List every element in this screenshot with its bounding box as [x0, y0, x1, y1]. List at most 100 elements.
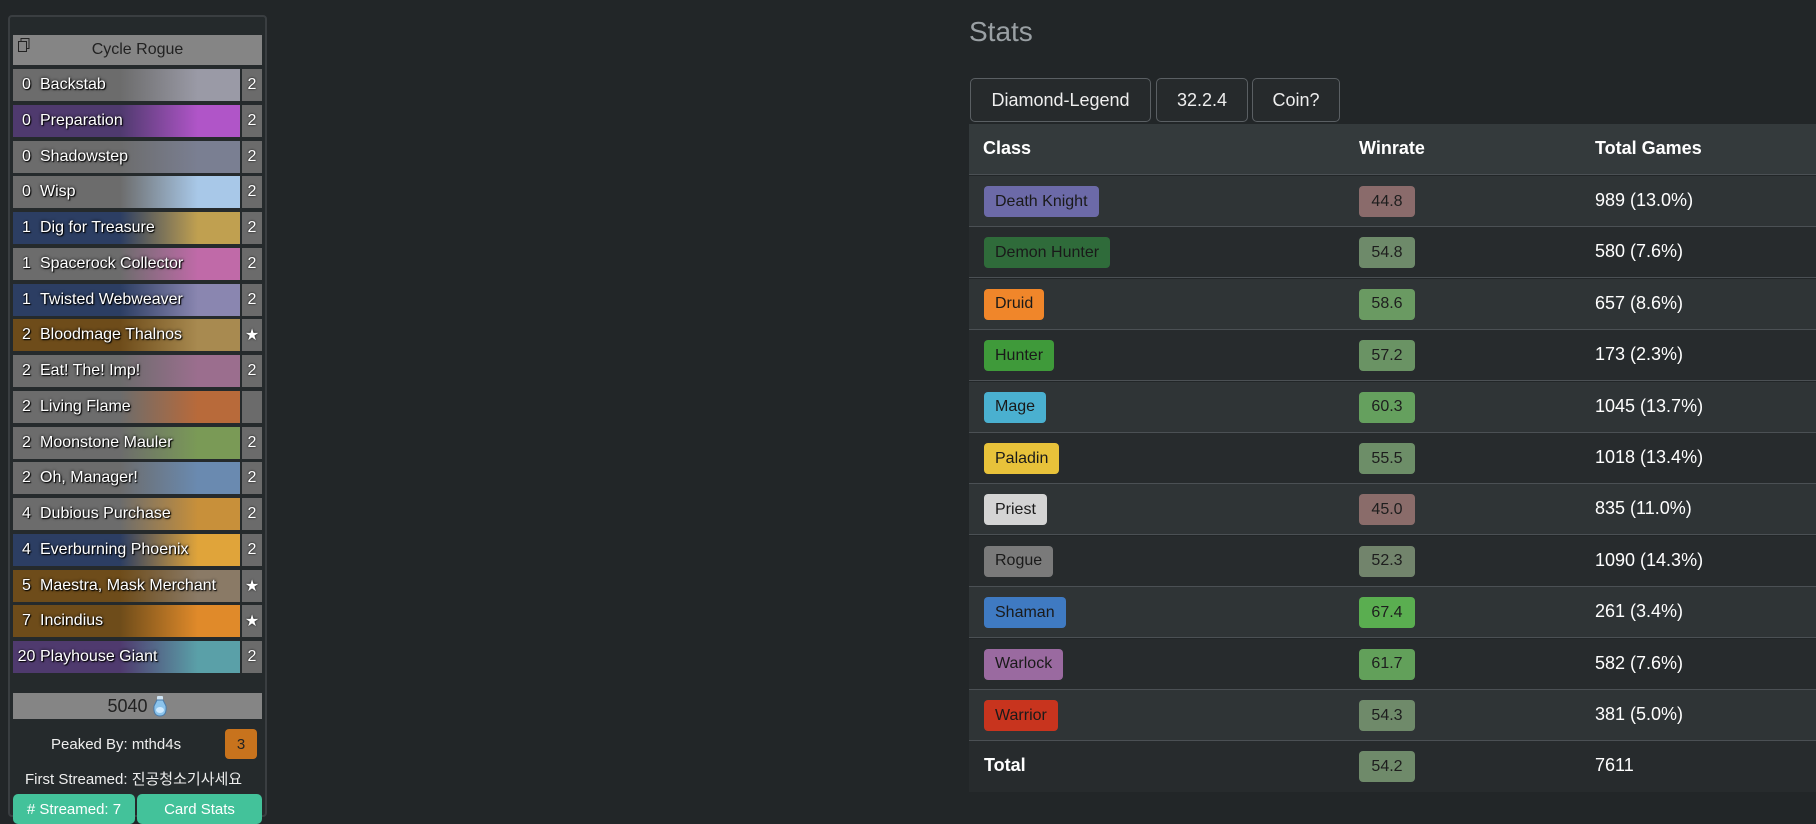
class-badge[interactable]: Warrior: [984, 700, 1058, 731]
column-header-winrate[interactable]: Winrate: [1359, 138, 1425, 159]
card-count: ★: [242, 319, 262, 352]
card-row[interactable]: 5 Maestra, Mask Merchant ★: [13, 569, 262, 602]
patch-filter-button[interactable]: 32.2.4: [1156, 78, 1248, 122]
card-count: 2: [242, 426, 262, 459]
card-name: Preparation: [40, 111, 123, 129]
card-row[interactable]: 0 Wisp 2: [13, 176, 262, 209]
table-row: Death Knight 44.8 989 (13.0%): [969, 176, 1816, 227]
card-tile[interactable]: 1 Dig for Treasure: [13, 212, 240, 244]
card-art: [120, 462, 240, 495]
class-badge[interactable]: Rogue: [984, 545, 1054, 577]
card-tile[interactable]: 2 Oh, Manager!: [13, 462, 240, 495]
card-tile[interactable]: 0 Backstab: [13, 69, 240, 101]
rank-filter-button[interactable]: Diamond-Legend: [970, 78, 1151, 122]
card-count: [242, 390, 262, 423]
column-header-class[interactable]: Class: [983, 138, 1031, 159]
class-badge[interactable]: Warlock: [984, 648, 1064, 680]
card-row[interactable]: 1 Dig for Treasure 2: [13, 212, 262, 244]
total-games-cell: 1090 (14.3%): [1595, 549, 1704, 570]
card-cost: 4: [22, 540, 31, 558]
card-cost: 7: [22, 612, 31, 630]
card-art: [120, 605, 240, 638]
card-name: Moonstone Mauler: [40, 433, 173, 451]
card-tile[interactable]: 2 Living Flame: [13, 390, 240, 423]
card-count: 2: [242, 212, 262, 244]
winrate-pill: 55.5: [1359, 443, 1415, 474]
class-badge[interactable]: Druid: [984, 288, 1045, 320]
card-name: Everburning Phoenix: [40, 540, 189, 558]
card-tile[interactable]: 0 Preparation: [13, 104, 240, 137]
class-badge[interactable]: Shaman: [984, 597, 1066, 629]
card-tile[interactable]: 20 Playhouse Giant: [13, 641, 240, 673]
winrate-pill: 44.8: [1359, 186, 1415, 217]
card-count: 2: [242, 176, 262, 209]
card-cost: 2: [22, 397, 31, 415]
card-row[interactable]: 7 Incindius ★: [13, 605, 262, 638]
card-tile[interactable]: 2 Moonstone Mauler: [13, 426, 240, 459]
card-row[interactable]: 2 Moonstone Mauler 2: [13, 426, 262, 459]
card-cost: 2: [22, 469, 31, 487]
column-header-total-games[interactable]: Total Games: [1595, 138, 1702, 159]
card-cost: 5: [22, 576, 31, 594]
card-row[interactable]: 1 Twisted Webweaver 2: [13, 283, 262, 316]
card-cost: 1: [22, 290, 31, 308]
card-name: Playhouse Giant: [40, 648, 158, 665]
card-row[interactable]: 2 Eat! The! Imp! 2: [13, 355, 262, 387]
card-row[interactable]: 2 Bloodmage Thalnos ★: [13, 319, 262, 352]
card-tile[interactable]: 1 Spacerock Collector: [13, 247, 240, 280]
card-tile[interactable]: 5 Maestra, Mask Merchant: [13, 569, 240, 602]
class-badge[interactable]: Priest: [984, 494, 1047, 526]
card-tile[interactable]: 7 Incindius: [13, 605, 240, 638]
dust-icon: [152, 696, 167, 717]
card-tile[interactable]: 0 Shadowstep: [13, 140, 240, 173]
class-badge[interactable]: Mage: [984, 391, 1047, 423]
card-tile[interactable]: 0 Wisp: [13, 176, 240, 209]
winrate-pill: 45.0: [1359, 494, 1415, 526]
card-cost: 4: [22, 505, 31, 522]
card-row[interactable]: 0 Backstab 2: [13, 69, 262, 101]
copy-icon[interactable]: [18, 38, 30, 52]
coin-filter-button[interactable]: Coin?: [1252, 78, 1340, 122]
card-stats-button[interactable]: Card Stats: [137, 794, 262, 824]
card-row[interactable]: 0 Preparation 2: [13, 104, 262, 137]
card-tile[interactable]: 1 Twisted Webweaver: [13, 283, 240, 316]
card-cost: 0: [22, 111, 31, 129]
card-tile[interactable]: 4 Dubious Purchase: [13, 498, 240, 530]
card-cost: 0: [22, 183, 31, 201]
card-row[interactable]: 20 Playhouse Giant 2: [13, 641, 262, 673]
card-row[interactable]: 2 Oh, Manager! 2: [13, 462, 262, 495]
class-badge[interactable]: Demon Hunter: [984, 237, 1111, 269]
winrate-pill: 67.4: [1359, 597, 1415, 629]
card-count: 2: [242, 69, 262, 101]
class-badge[interactable]: Hunter: [984, 340, 1055, 372]
winrate-pill: 54.3: [1359, 700, 1415, 731]
class-badge[interactable]: Paladin: [984, 443, 1060, 474]
card-count: ★: [242, 605, 262, 638]
winrate-pill: 58.6: [1359, 288, 1415, 320]
card-tile[interactable]: 2 Eat! The! Imp!: [13, 355, 240, 387]
total-games-cell: 1045 (13.7%): [1595, 395, 1704, 416]
table-row: Shaman 67.4 261 (3.4%): [969, 587, 1816, 639]
streamed-count-button[interactable]: # Streamed: 7: [13, 794, 135, 824]
card-tile[interactable]: 2 Bloodmage Thalnos: [13, 319, 240, 352]
total-games-cell: 657 (8.6%): [1595, 292, 1684, 313]
card-row[interactable]: 4 Dubious Purchase 2: [13, 498, 262, 530]
card-row[interactable]: 4 Everburning Phoenix 2: [13, 533, 262, 566]
peak-rank-badge: 3: [225, 729, 257, 759]
total-games-cell: 261 (3.4%): [1595, 601, 1684, 622]
card-row[interactable]: 0 Shadowstep 2: [13, 140, 262, 173]
total-games-cell: 381 (5.0%): [1595, 704, 1684, 724]
card-cost: 0: [22, 76, 31, 93]
class-stats-table: Class Winrate Total Games Death Knight 44…: [969, 124, 1816, 792]
card-name: Wisp: [40, 183, 76, 201]
card-row[interactable]: 2 Living Flame: [13, 390, 262, 423]
class-badge[interactable]: Death Knight: [984, 186, 1099, 217]
stats-title: Stats: [969, 16, 1033, 47]
card-row[interactable]: 1 Spacerock Collector 2: [13, 247, 262, 280]
winrate-pill: 57.2: [1359, 340, 1415, 372]
card-cost: 20: [17, 648, 36, 665]
card-art: [120, 390, 240, 423]
total-games-cell: 1018 (13.4%): [1595, 447, 1704, 467]
card-tile[interactable]: 4 Everburning Phoenix: [13, 533, 240, 566]
card-count: 2: [242, 533, 262, 566]
